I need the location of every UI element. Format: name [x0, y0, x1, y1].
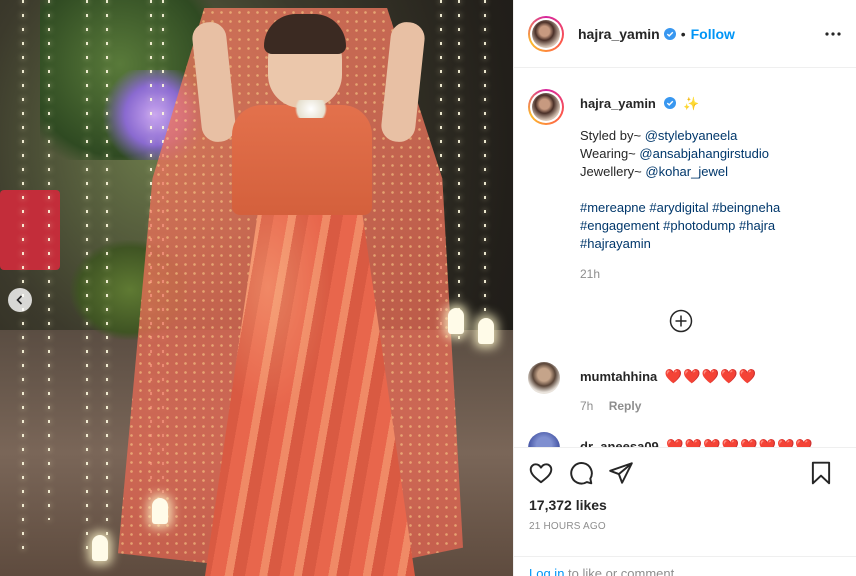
caption-timestamp[interactable]: 21h	[580, 265, 845, 283]
hashtag-line[interactable]: #hajrayamin	[580, 235, 845, 253]
comment-timestamp[interactable]: 7h	[580, 399, 593, 413]
post-side-panel: hajra_yamin • Follow hajra_yamin ✨ Style…	[513, 0, 856, 576]
caption-line-prefix: Styled by~	[580, 128, 645, 143]
verified-badge-icon	[663, 27, 676, 40]
light-dome-ornament	[478, 318, 494, 344]
caption-line: Styled by~ @stylebyaneela	[580, 127, 845, 145]
fairy-light-strand	[106, 0, 108, 540]
author-username[interactable]: hajra_yamin	[578, 26, 660, 42]
comment-body: mumtahhina ❤️❤️❤️❤️❤️ 7h Reply	[580, 368, 757, 413]
comment-text: ❤️❤️❤️❤️❤️	[664, 368, 758, 384]
comment-avatar[interactable]	[528, 362, 560, 394]
comment-meta: 7h Reply	[580, 399, 757, 413]
mention-link[interactable]: @ansabjahangirstudio	[639, 146, 769, 161]
post-timestamp[interactable]: 21 HOURS AGO	[529, 521, 606, 532]
more-options-button[interactable]	[823, 24, 843, 44]
post-photo	[0, 0, 513, 576]
verified-badge-icon	[663, 97, 676, 109]
follow-button[interactable]: Follow	[691, 26, 735, 42]
carousel-previous-button[interactable]	[8, 288, 32, 312]
header-separator: •	[680, 25, 686, 42]
author-avatar[interactable]	[532, 19, 560, 48]
chevron-left-icon	[16, 295, 23, 305]
hashtag-line[interactable]: #mereapne #arydigital #beingneha	[580, 199, 845, 217]
paper-plane-icon	[609, 462, 633, 484]
comment-body: dr_aneesa09 ❤️❤️❤️❤️❤️❤️❤️❤️	[580, 438, 814, 447]
login-prompt: Log in to like or comment.	[514, 556, 856, 576]
share-button[interactable]	[607, 460, 635, 488]
login-prompt-text: to like or comment.	[564, 566, 678, 576]
caption-avatar-ring[interactable]	[528, 89, 564, 125]
like-button[interactable]	[527, 460, 555, 488]
comment-username[interactable]: dr_aneesa09	[580, 439, 659, 447]
comment-username[interactable]: mumtahhina	[580, 369, 657, 384]
comment-button[interactable]	[567, 460, 595, 488]
light-dome-ornament	[152, 498, 168, 524]
photo-blouse	[232, 105, 372, 215]
comment-bubble-icon	[570, 462, 593, 485]
comment-avatar[interactable]	[528, 432, 560, 447]
heart-icon	[529, 463, 553, 484]
comments-scroll-area[interactable]: hajra_yamin ✨ Styled by~ @stylebyaneela …	[514, 69, 856, 447]
like-count[interactable]: 17,372 likes	[529, 497, 607, 513]
caption-username[interactable]: hajra_yamin	[580, 96, 656, 111]
more-options-icon	[825, 32, 841, 36]
mention-link[interactable]: @stylebyaneela	[645, 128, 738, 143]
load-more-comments-button[interactable]	[669, 309, 693, 333]
caption-avatar[interactable]	[532, 93, 560, 121]
author-avatar-ring[interactable]	[528, 15, 564, 52]
plus-circle-icon	[669, 309, 693, 333]
fairy-light-strand	[22, 0, 24, 560]
bookmark-icon	[811, 461, 831, 485]
sparkle-emoji: ✨	[683, 96, 700, 111]
caption-body: hajra_yamin ✨ Styled by~ @stylebyaneela …	[580, 95, 845, 283]
save-button[interactable]	[807, 460, 835, 488]
post-actions: 17,372 likes 21 HOURS AGO Log in to like…	[514, 447, 856, 576]
light-dome-ornament	[92, 535, 108, 561]
fairy-light-strand	[48, 0, 50, 520]
reply-button[interactable]: Reply	[609, 399, 642, 413]
login-link[interactable]: Log in	[529, 566, 564, 576]
caption-line: Jewellery~ @kohar_jewel	[580, 163, 845, 181]
photo-background-table	[0, 190, 60, 270]
photo-hair	[264, 14, 346, 54]
fairy-light-strand	[484, 0, 486, 330]
caption-line-prefix: Wearing~	[580, 146, 640, 161]
light-dome-ornament	[448, 308, 464, 334]
caption-line-prefix: Jewellery~	[580, 164, 646, 179]
comment-text: ❤️❤️❤️❤️❤️❤️❤️❤️	[666, 438, 814, 447]
hashtag-line[interactable]: #engagement #photodump #hajra	[580, 217, 845, 235]
fairy-light-strand	[458, 0, 460, 340]
fairy-light-strand	[86, 0, 88, 560]
mention-link[interactable]: @kohar_jewel	[645, 164, 728, 179]
post-header: hajra_yamin • Follow	[514, 0, 856, 68]
caption-line: Wearing~ @ansabjahangirstudio	[580, 145, 845, 163]
photo-choker-necklace	[290, 100, 332, 118]
